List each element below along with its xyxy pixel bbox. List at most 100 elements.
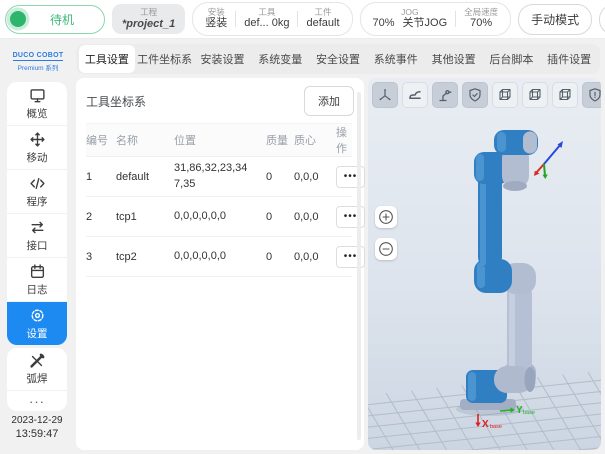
workpiece-value: default [306, 17, 339, 31]
sidebar-item-arc-welding[interactable]: 弧焊 [7, 348, 67, 390]
tab-workpiece-frames[interactable]: 工件坐标系 [137, 45, 193, 73]
tab-safety-settings[interactable]: 安全设置 [310, 45, 366, 73]
sidebar-item-move[interactable]: 移动 [7, 126, 67, 170]
cell-position: 0,0,0,0,0,0 [174, 249, 266, 264]
show-robot-button[interactable] [432, 82, 458, 108]
table-header-row: 编号 名称 位置 质量 质心 操作 [86, 123, 352, 157]
sidebar-item-program[interactable]: 程序 [7, 170, 67, 214]
manual-mode-button[interactable]: 手动模式 [518, 4, 592, 35]
shield-alert-icon [587, 87, 601, 103]
cell-centroid: 0,0,0 [294, 211, 336, 223]
jog-percent: 70% [373, 17, 395, 31]
workspace-box-button-1[interactable] [492, 82, 518, 108]
tool-frame-panel: 工具坐标系 添加 编号 名称 位置 质量 质心 操作 1 default 31,… [76, 78, 364, 450]
col-header-name: 名称 [116, 132, 174, 148]
cell-mass: 0 [266, 171, 294, 183]
cell-centroid: 0,0,0 [294, 171, 336, 183]
sidebar-item-overview[interactable]: 概览 [7, 82, 67, 126]
sidebar-item-settings[interactable]: 设置 [7, 302, 67, 345]
col-header-position: 位置 [174, 132, 266, 148]
cube-wireframe-icon [557, 87, 573, 103]
robot-state-toggle[interactable]: 待机 [5, 5, 105, 34]
jog-group[interactable]: JOG 70% 关节JOG [365, 7, 456, 31]
tab-tool-settings[interactable]: 工具设置 [79, 45, 135, 73]
install-value: 竖装 [205, 17, 227, 31]
add-button[interactable]: 添加 [304, 86, 354, 116]
sidebar-item-label: 设置 [27, 326, 48, 341]
cell-position: 31,86,32,23,34 7,35 [174, 161, 266, 192]
sidebar-item-label: 日志 [27, 282, 48, 297]
tool-frame-table: 编号 名称 位置 质量 质心 操作 1 default 31,86,32,23,… [86, 123, 352, 277]
sidebar-item-label: 程序 [27, 194, 48, 209]
sidebar-item-log[interactable]: 日志 [7, 258, 67, 302]
monitor-icon [29, 87, 46, 104]
clock-date: 2023-12-29 [0, 414, 74, 427]
show-axes-button[interactable] [372, 82, 398, 108]
plugin-card: 弧焊 ··· [7, 348, 67, 411]
calendar-icon [29, 263, 46, 280]
global-speed-group[interactable]: 全局速度 70% [456, 7, 506, 31]
cell-centroid: 0,0,0 [294, 251, 336, 263]
cube-wireframe-icon [497, 87, 513, 103]
install-group[interactable]: 安装 竖装 [197, 7, 235, 31]
cell-id: 2 [86, 211, 116, 223]
clock: 2023-12-29 13:59:47 [0, 414, 74, 441]
svg-text:Y: Y [516, 405, 523, 416]
tcp-frame-marker [534, 141, 563, 179]
cell-position: 0,0,0,0,0,0 [174, 209, 266, 224]
tool-label: 工具 [258, 7, 275, 17]
scrollbar[interactable] [357, 92, 361, 440]
gear-icon [29, 307, 46, 324]
table-row: 3 tcp2 0,0,0,0,0,0 0 0,0,0 ••• [86, 237, 352, 277]
jog-mode: 关节JOG [403, 17, 448, 31]
project-label: 工程 [140, 7, 157, 17]
sidebar-item-label: 概览 [27, 106, 48, 121]
table-row: 2 tcp1 0,0,0,0,0,0 0 0,0,0 ••• [86, 197, 352, 237]
sidebar-item-label: 移动 [27, 150, 48, 165]
tab-plugin-settings[interactable]: 插件设置 [541, 45, 597, 73]
robot-3d-viewport[interactable]: X base Y base [368, 78, 601, 450]
project-chip[interactable]: 工程 *project_1 [112, 4, 185, 34]
zoom-in-button[interactable] [375, 206, 397, 228]
project-name: *project_1 [122, 18, 175, 31]
col-header-mass: 质量 [266, 132, 294, 148]
tool-group[interactable]: 工具 def... 0kg [236, 7, 297, 31]
sidebar: 概览 移动 程序 接口 日志 设置 [7, 82, 67, 345]
cell-id: 1 [86, 171, 116, 183]
workspace-box-button-3[interactable] [552, 82, 578, 108]
install-label: 安装 [208, 7, 225, 17]
safety-alert-button[interactable] [582, 82, 601, 108]
brand-series: Premium 系列 [5, 62, 71, 72]
brand-name: DUCO COBOT [13, 52, 64, 61]
sidebar-more-button[interactable]: ··· [7, 390, 67, 411]
tab-background-scripts[interactable]: 后台脚本 [483, 45, 539, 73]
zoom-out-icon [378, 241, 394, 257]
col-header-centroid: 质心 [294, 132, 336, 148]
axes-3d-icon [377, 87, 393, 103]
workpiece-group[interactable]: 工件 default [298, 7, 347, 31]
cell-name: tcp1 [116, 211, 174, 223]
tab-other-settings[interactable]: 其他设置 [426, 45, 482, 73]
tab-install-settings[interactable]: 安装设置 [195, 45, 251, 73]
robot-arm-icon [437, 87, 453, 103]
sidebar-item-interface[interactable]: 接口 [7, 214, 67, 258]
jog-chip[interactable]: JOG 70% 关节JOG 全局速度 70% [360, 2, 512, 36]
zoom-out-button[interactable] [375, 238, 397, 260]
svg-text:base: base [523, 410, 535, 416]
tab-system-variables[interactable]: 系统变量 [252, 45, 308, 73]
setup-chip[interactable]: 安装 竖装 工具 def... 0kg 工件 default [192, 2, 352, 36]
show-trajectory-button[interactable] [402, 82, 428, 108]
workspace-box-button-2[interactable] [522, 82, 548, 108]
jog-label: JOG [401, 7, 418, 17]
robot-arm-render: X base Y base [368, 78, 601, 450]
safety-zone-button[interactable] [462, 82, 488, 108]
cell-mass: 0 [266, 211, 294, 223]
cell-mass: 0 [266, 251, 294, 263]
panel-title: 工具坐标系 [86, 93, 146, 110]
tab-system-events[interactable]: 系统事件 [368, 45, 424, 73]
robot-arm-model [460, 130, 538, 410]
real-robot-button[interactable]: 真机 [599, 4, 605, 35]
global-speed-label: 全局速度 [464, 7, 498, 17]
cell-id: 3 [86, 251, 116, 263]
workpiece-label: 工件 [314, 7, 331, 17]
